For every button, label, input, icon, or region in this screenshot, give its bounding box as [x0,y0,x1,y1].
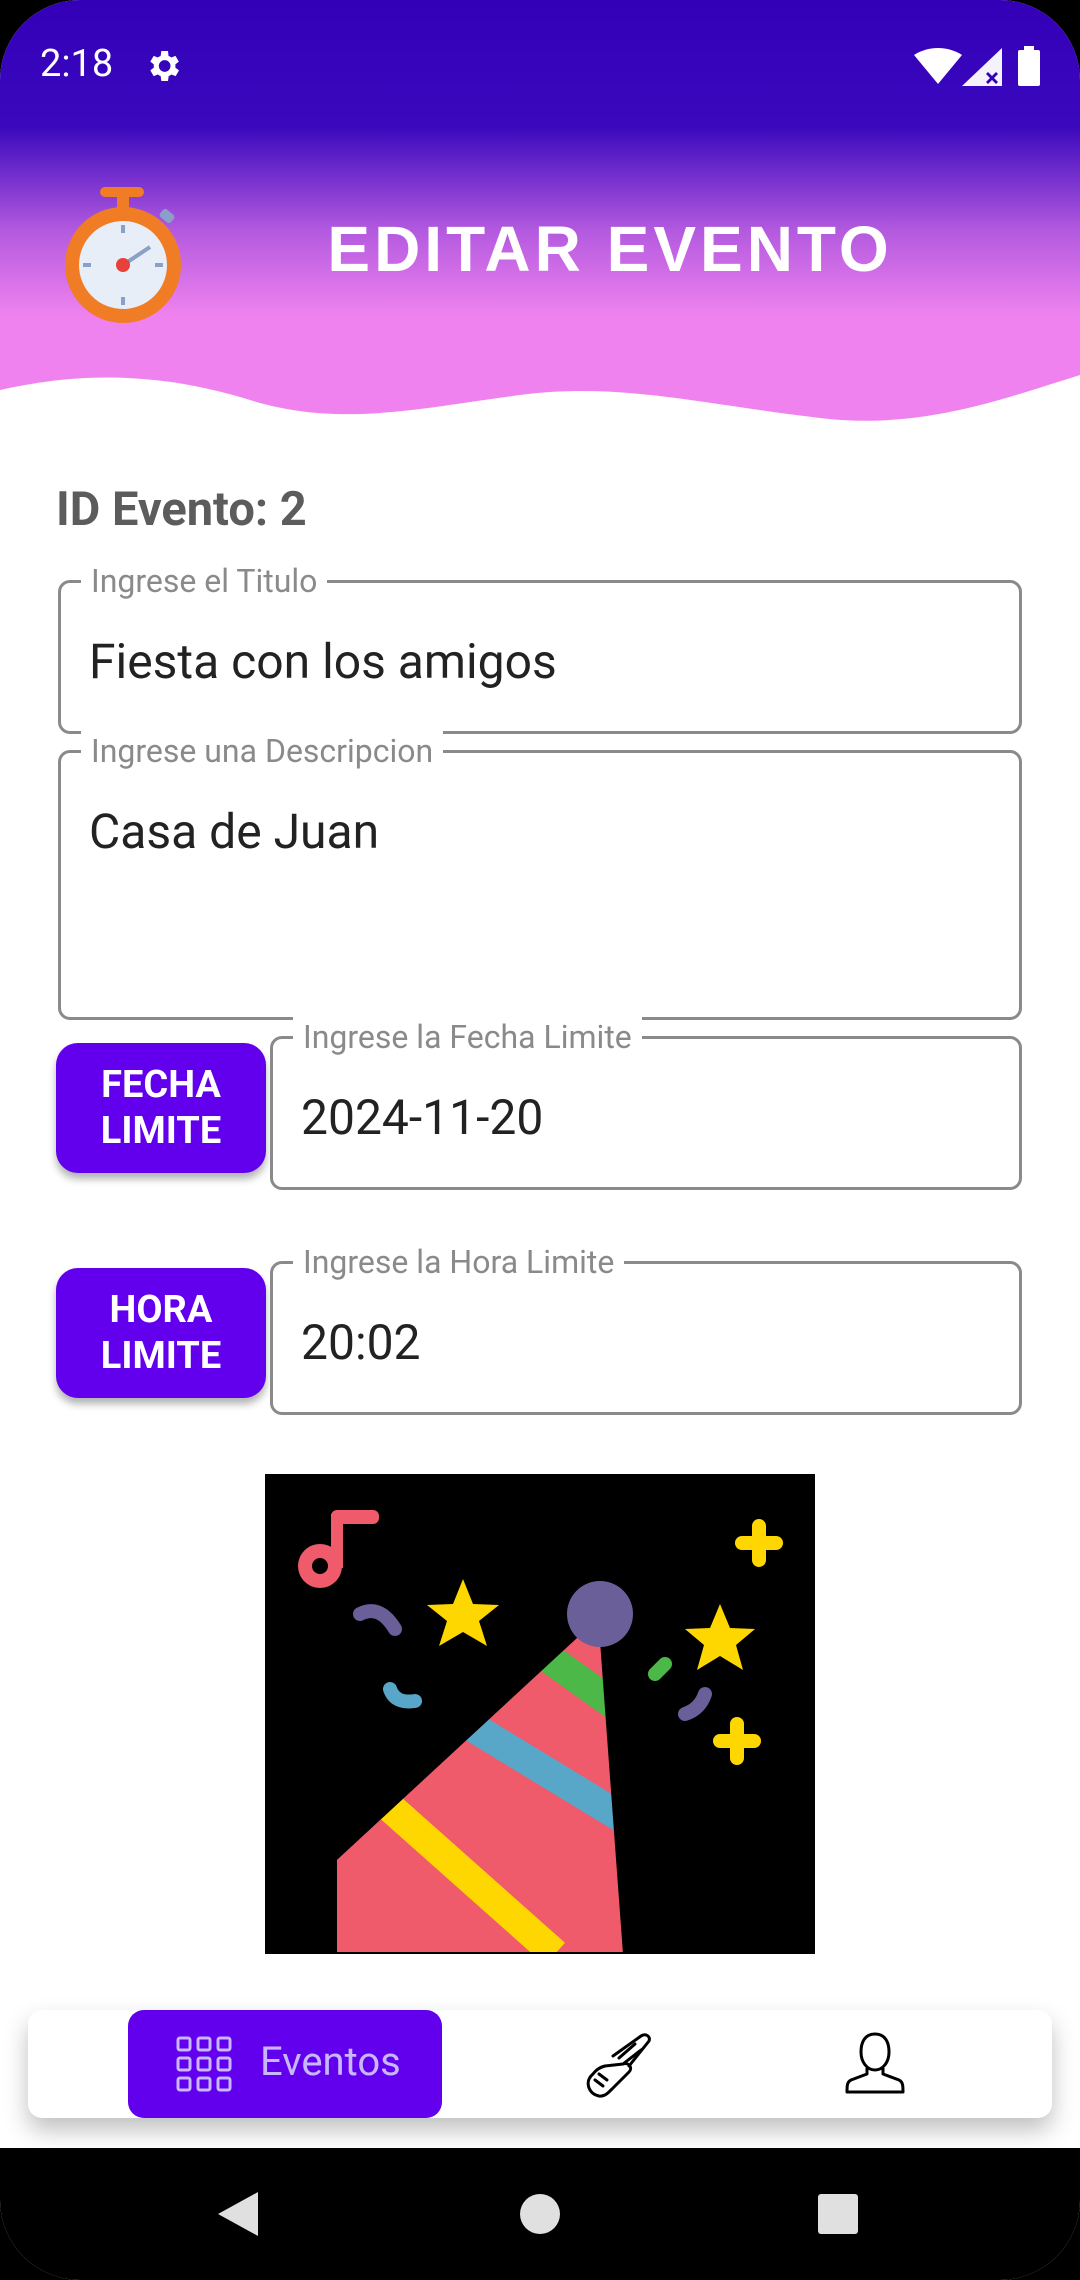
time-button-line1: HORA [109,1288,213,1332]
date-field-label: Ingrese la Fecha Limite [293,1017,642,1057]
description-field-value[interactable]: Casa de Juan [89,803,379,860]
page-title: EDITAR EVENTO [327,213,893,285]
cell-signal-icon [962,48,1002,86]
title-field-value[interactable]: Fiesta con los amigos [89,633,557,690]
settings-gear-icon [150,51,179,81]
description-field[interactable]: Ingrese una Descripcion Casa de Juan [58,731,1022,1020]
time-button-line2: LIMITE [100,1334,222,1378]
nav-item-eventos[interactable]: Eventos [128,2010,442,2118]
date-button-line2: LIMITE [100,1109,222,1153]
time-field-label: Ingrese la Hora Limite [293,1242,625,1282]
title-field-label: Ingrese el Titulo [81,561,328,601]
party-hat-icon [298,1510,783,1956]
home-icon[interactable] [520,2194,560,2234]
time-field-value[interactable]: 20:02 [301,1314,421,1371]
event-image[interactable] [265,1474,815,1956]
recents-icon[interactable] [818,2194,858,2234]
system-navigation-bar [0,2148,1080,2280]
time-field[interactable]: Ingrese la Hora Limite 20:02 [270,1242,1022,1415]
date-field[interactable]: Ingrese la Fecha Limite 2024-11-20 [270,1017,1022,1190]
system-nav-buttons [218,2192,858,2236]
title-field[interactable]: Ingrese el Titulo Fiesta con los amigos [58,561,1022,734]
time-limit-button[interactable]: HORA LIMITE [56,1268,266,1398]
screen: 2:18 EDITAR EVENTO ID Evento: 2 Ingrese … [0,0,1080,2280]
profile-icon[interactable] [845,2032,905,2094]
grid-icon [176,2036,232,2092]
back-icon[interactable] [218,2192,258,2236]
status-bar: 2:18 [0,0,1080,135]
date-button-line1: FECHA [101,1063,221,1107]
nav-item-label: Eventos [260,2038,401,2085]
wifi-icon [914,48,962,84]
description-field-label: Ingrese una Descripcion [81,731,444,771]
event-id-label: ID Evento: 2 [56,482,307,537]
stopwatch-logo-icon [65,187,181,323]
date-field-value[interactable]: 2024-11-20 [301,1089,543,1146]
date-limit-button[interactable]: FECHA LIMITE [56,1043,266,1173]
app-header: 2:18 EDITAR EVENTO [0,0,1080,440]
tools-icon[interactable] [583,2028,657,2100]
battery-icon [1018,46,1040,86]
bottom-navigation: Eventos [28,2010,1052,2118]
status-time: 2:18 [40,42,114,86]
